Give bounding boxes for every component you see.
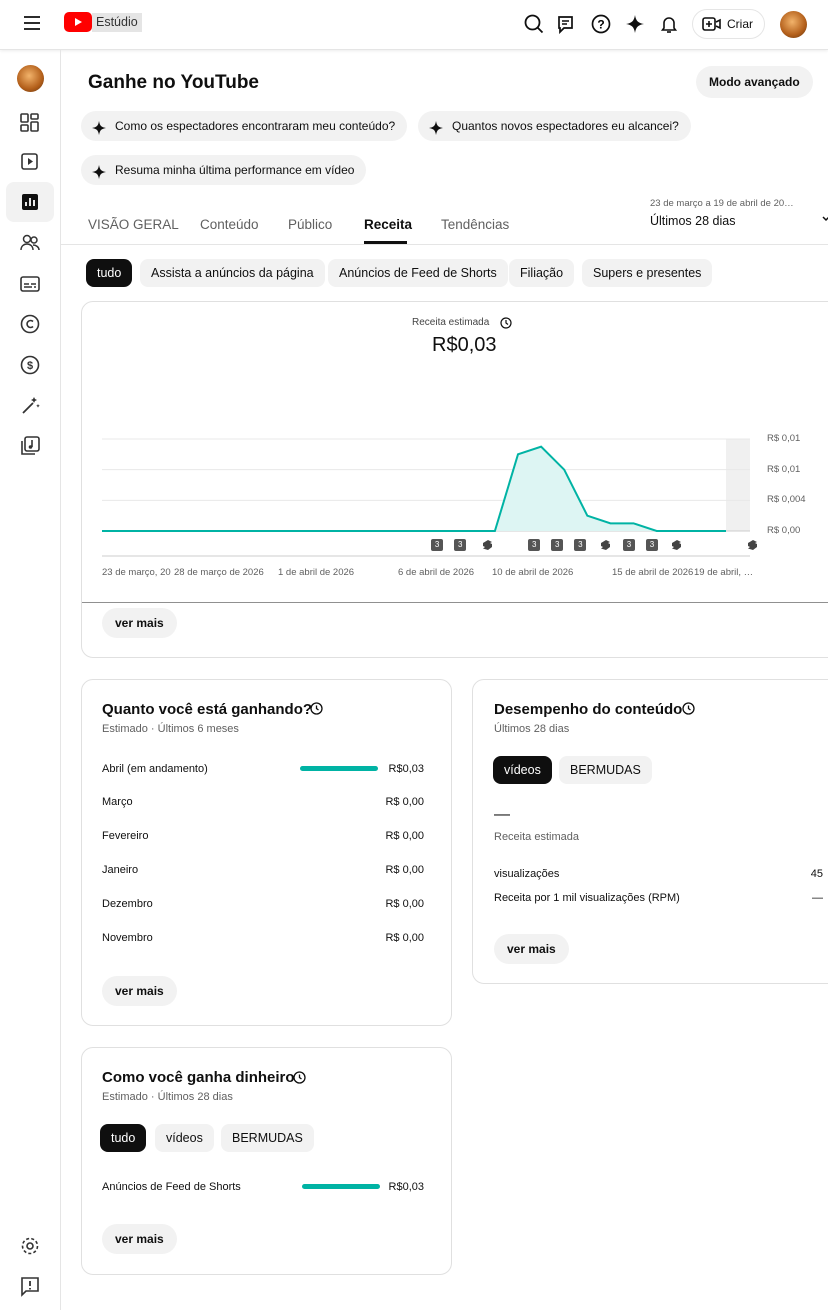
x-tick-label: 19 de abril, … [694, 567, 754, 578]
y-tick-label: R$ 0,00 [767, 525, 801, 536]
clock-icon [310, 702, 323, 720]
video-upload-marker[interactable]: 3 [622, 539, 635, 551]
month-value: R$0,03 [388, 763, 424, 775]
y-tick-label: R$ 0,01 [767, 433, 801, 444]
month-label: Abril (em andamento) [102, 763, 208, 775]
today-shaded-region [726, 439, 750, 531]
x-tick-label: 6 de abril de 2026 [398, 567, 475, 578]
month-label: Março [102, 796, 133, 808]
card-subtitle: Estimado · Últimos 6 meses [102, 723, 239, 735]
month-value: R$ 0,00 [385, 796, 424, 808]
earnings-card: Quanto você está ganhando? Estimado · Úl… [81, 679, 452, 1026]
stat-label: visualizações [494, 868, 560, 880]
revenue-label: Receita estimada [494, 831, 579, 843]
shorts-icon[interactable] [669, 539, 682, 551]
card-title: Como você ganha dinheiro [102, 1069, 295, 1086]
stat-value: 45 [810, 868, 823, 880]
month-value: R$ 0,00 [385, 830, 424, 842]
stat-value: — [812, 892, 823, 904]
chip-videos[interactable]: vídeos [155, 1124, 214, 1152]
shorts-icon[interactable] [480, 539, 492, 551]
video-upload-marker[interactable]: 3 [431, 539, 444, 551]
month-value: R$ 0,00 [385, 932, 424, 944]
card-title: Desempenho do conteúdo [494, 701, 683, 718]
stat-label: Receita por 1 mil visualizações (RPM) [494, 892, 680, 904]
how-you-earn-card: Como você ganha dinheiro Estimado · Últi… [81, 1047, 452, 1275]
settings-gear-icon[interactable] [19, 1235, 41, 1257]
x-tick-label: 23 de março, 20 [102, 567, 171, 578]
card-title: Quanto você está ganhando? [102, 701, 313, 718]
send-feedback-icon[interactable] [19, 1275, 41, 1297]
shorts-icon[interactable] [745, 539, 758, 551]
y-tick-label: R$ 0,004 [767, 494, 806, 506]
chip-videos[interactable]: vídeos [493, 756, 552, 784]
see-more-button[interactable]: ver mais [494, 934, 569, 964]
revenue-line [102, 445, 726, 532]
x-tick-label: 15 de abril de 2026 [612, 567, 694, 578]
chip-all[interactable]: tudo [100, 1124, 147, 1152]
video-upload-marker[interactable]: 3 [528, 539, 541, 551]
chart-bottom-divider [82, 602, 828, 603]
see-more-button[interactable]: ver mais [102, 608, 177, 638]
clock-icon [293, 1071, 306, 1089]
video-upload-marker[interactable]: 3 [454, 539, 467, 551]
content-performance-card: Desempenho do conteúdo Últimos 28 dias v… [472, 679, 828, 984]
revenue-area [102, 446, 726, 531]
card-subtitle: Estimado · Últimos 28 dias [102, 1091, 233, 1103]
revenue-value: — [494, 806, 510, 823]
y-tick-label: R$ 0,01 [767, 463, 801, 475]
video-upload-marker[interactable]: 3 [574, 539, 587, 551]
see-more-button[interactable]: ver mais [102, 976, 177, 1006]
video-upload-marker[interactable]: 3 [551, 539, 564, 551]
source-label: Anúncios de Feed de Shorts [102, 1181, 241, 1193]
x-tick-label: 1 de abril de 2026 [278, 567, 355, 578]
x-tick-label: 10 de abril de 2026 [492, 567, 574, 578]
month-label: Novembro [102, 932, 153, 944]
clock-icon [682, 702, 695, 720]
shorts-icon[interactable] [598, 539, 610, 551]
chip-shorts[interactable]: BERMUDAS [221, 1124, 314, 1152]
x-tick-label: 28 de março de 2026 [174, 567, 264, 578]
card-subtitle: Últimos 28 dias [494, 723, 570, 735]
video-upload-marker[interactable]: 3 [646, 539, 659, 551]
month-label: Janeiro [102, 864, 139, 876]
month-label: Dezembro [102, 898, 153, 910]
month-value: R$ 0,00 [385, 864, 424, 876]
chip-shorts[interactable]: BERMUDAS [559, 756, 652, 784]
see-more-button[interactable]: ver mais [102, 1224, 177, 1254]
month-value: R$ 0,00 [385, 898, 424, 910]
source-value: R$0,03 [388, 1181, 424, 1193]
month-label: Fevereiro [102, 830, 149, 842]
revenue-chart [102, 438, 750, 557]
